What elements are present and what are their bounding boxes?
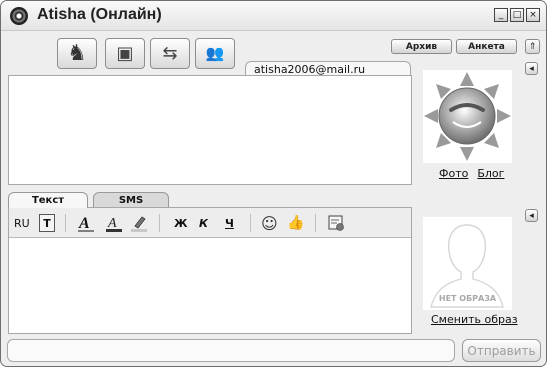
- no-image-label: НЕТ ОБРАЗА: [438, 294, 497, 303]
- close-icon: ×: [529, 9, 537, 20]
- italic-button[interactable]: К: [199, 214, 208, 232]
- profile-button[interactable]: Анкета: [456, 39, 517, 54]
- translit-button[interactable]: T: [39, 214, 55, 232]
- highlighter-icon: [131, 216, 147, 232]
- collapse-arrow-icon: ◂: [529, 63, 534, 74]
- archive-button[interactable]: Архив: [391, 39, 452, 54]
- floppy-disk-icon: ▣: [116, 42, 134, 64]
- maximize-button[interactable]: □: [510, 8, 524, 22]
- thumbs-up-button[interactable]: 👍: [287, 214, 304, 232]
- send-file-button[interactable]: [327, 214, 345, 232]
- translit-icon: T: [43, 216, 51, 230]
- pin-icon: ⇑: [528, 41, 537, 52]
- contact-avatar: [423, 70, 512, 163]
- toolbar-separator: [65, 214, 66, 232]
- font-style-icon: A: [78, 215, 94, 232]
- contact-links: Фото Блог: [439, 167, 504, 180]
- collapse-arrow-icon: ◂: [529, 210, 534, 221]
- svg-text:A: A: [107, 216, 117, 231]
- save-button[interactable]: ▣: [105, 38, 145, 69]
- minimize-button[interactable]: _: [494, 8, 508, 22]
- format-toolbar: RU T A A Ж К Ч ☺ 👍: [9, 208, 411, 238]
- photo-link[interactable]: Фото: [439, 167, 468, 180]
- self-avatar: НЕТ ОБРАЗА: [423, 217, 512, 310]
- file-transfer-icon: ⇆: [162, 42, 178, 64]
- smiley-button[interactable]: ☺: [261, 213, 278, 233]
- blog-link[interactable]: Блог: [477, 167, 504, 180]
- underline-button[interactable]: Ч: [225, 214, 234, 232]
- bold-button[interactable]: Ж: [174, 214, 187, 232]
- toolbar-separator: [159, 214, 160, 232]
- toolbar-separator: [315, 214, 316, 232]
- smiley-icon: ☺: [261, 213, 278, 233]
- file-transfer-button[interactable]: ⇆: [150, 38, 190, 69]
- send-file-icon: [328, 215, 344, 231]
- send-button[interactable]: Отправить: [462, 339, 541, 362]
- icq-flower-icon: [10, 7, 28, 25]
- svg-text:A: A: [78, 215, 90, 232]
- window-title: Atisha (Онлайн): [37, 6, 162, 23]
- chat-window: Atisha (Онлайн) _ □ × ◔ ♞ ▣ ⇆ 👥 Архив Ан…: [0, 0, 547, 367]
- add-contacts-button[interactable]: 👥: [195, 38, 235, 69]
- minimize-icon: _: [498, 9, 504, 20]
- pin-button[interactable]: ⇑: [525, 39, 540, 54]
- collapse-contact-panel-button[interactable]: ◂: [525, 62, 538, 75]
- status-field[interactable]: [7, 339, 455, 362]
- tab-text[interactable]: Текст: [8, 192, 88, 208]
- font-color-icon: A: [106, 216, 122, 232]
- games-button[interactable]: ♞: [57, 38, 97, 69]
- window-controls: _ □ ×: [494, 8, 540, 22]
- tab-sms[interactable]: SMS: [93, 192, 169, 208]
- highlight-button[interactable]: [130, 214, 148, 232]
- sun-avatar-icon: [424, 72, 511, 161]
- maximize-icon: □: [512, 9, 522, 20]
- toolbar-separator: [250, 214, 251, 232]
- collapse-self-panel-button[interactable]: ◂: [525, 209, 538, 222]
- message-input[interactable]: [9, 239, 411, 333]
- change-image-link[interactable]: Сменить образ: [431, 313, 518, 326]
- thumbs-up-icon: 👍: [287, 215, 305, 231]
- close-button[interactable]: ×: [526, 8, 540, 22]
- message-composer: RU T A A Ж К Ч ☺ 👍: [8, 207, 412, 334]
- message-history[interactable]: [8, 75, 412, 185]
- font-style-button[interactable]: A: [77, 214, 95, 232]
- add-contacts-icon: 👥: [205, 44, 225, 62]
- chess-knight-icon: ♞: [67, 40, 87, 66]
- title-bar[interactable]: Atisha (Онлайн) _ □ ×: [1, 1, 546, 31]
- language-button[interactable]: RU: [14, 214, 30, 232]
- font-color-button[interactable]: A: [105, 214, 123, 232]
